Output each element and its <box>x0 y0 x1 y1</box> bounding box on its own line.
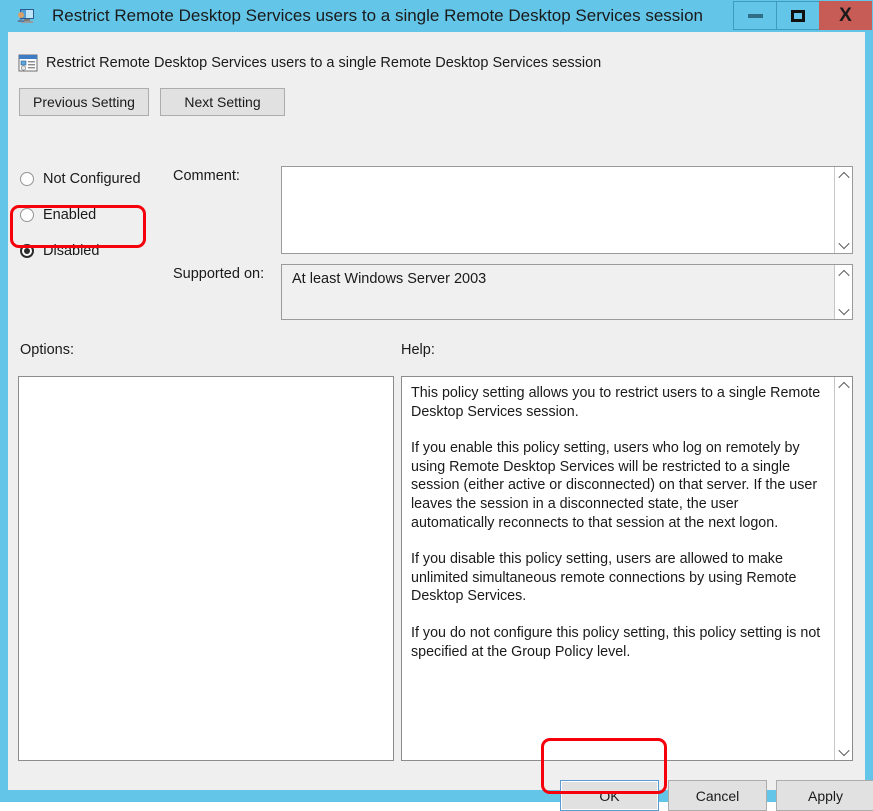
scroll-down-button[interactable] <box>835 236 852 253</box>
chevron-up-icon <box>837 381 850 393</box>
help-paragraph: If you do not configure this policy sett… <box>411 624 821 660</box>
chevron-down-icon <box>837 303 850 315</box>
radio-label-not-configured: Not Configured <box>43 171 141 187</box>
radio-button-selected-icon <box>20 244 34 258</box>
radio-disabled[interactable]: Disabled <box>20 236 180 266</box>
dialog-footer-buttons: OK Cancel Apply <box>560 780 873 811</box>
scroll-down-button[interactable] <box>835 302 852 319</box>
chevron-down-icon <box>837 744 850 756</box>
close-icon: X <box>839 5 852 26</box>
radio-enabled[interactable]: Enabled <box>20 200 180 230</box>
radio-button-icon <box>20 172 34 186</box>
scroll-down-button[interactable] <box>835 743 852 760</box>
navigation-buttons: Previous Setting Next Setting <box>19 88 285 116</box>
help-scrollbar[interactable] <box>834 377 852 760</box>
comment-label: Comment: <box>173 168 240 184</box>
close-button[interactable]: X <box>819 1 872 30</box>
help-label: Help: <box>401 342 435 358</box>
comment-scrollbar[interactable] <box>834 167 852 253</box>
chevron-down-icon <box>837 237 850 249</box>
policy-setting-window: Restrict Remote Desktop Services users t… <box>0 0 873 811</box>
policy-setting-name: Restrict Remote Desktop Services users t… <box>46 55 602 71</box>
supported-on-label: Supported on: <box>173 266 265 282</box>
ok-button[interactable]: OK <box>560 780 659 811</box>
help-paragraph: If you enable this policy setting, users… <box>411 440 818 531</box>
minimize-icon <box>747 13 763 18</box>
radio-label-enabled: Enabled <box>43 207 97 223</box>
supported-on-value: At least Windows Server 2003 <box>292 271 487 287</box>
window-title: Restrict Remote Desktop Services users t… <box>52 6 703 25</box>
supported-on-field: At least Windows Server 2003 <box>281 264 853 320</box>
supported-on-scrollbar[interactable] <box>834 265 852 319</box>
help-text-content: This policy setting allows you to restri… <box>402 377 834 668</box>
title-bar: Restrict Remote Desktop Services users t… <box>0 0 873 32</box>
radio-not-configured[interactable]: Not Configured <box>20 164 180 194</box>
chevron-up-icon <box>837 171 850 183</box>
apply-button[interactable]: Apply <box>776 780 873 811</box>
options-panel[interactable] <box>18 376 394 761</box>
window-controls: X <box>733 1 872 30</box>
comment-textarea[interactable] <box>281 166 853 254</box>
policy-state-radio-group: Not Configured Enabled Disabled <box>20 164 180 272</box>
scroll-up-button[interactable] <box>835 265 852 282</box>
help-paragraph: This policy setting allows you to restri… <box>411 385 821 420</box>
dialog-body: Restrict Remote Desktop Services users t… <box>8 32 873 811</box>
radio-label-disabled: Disabled <box>43 243 100 259</box>
group-policy-setting-icon <box>18 54 38 72</box>
maximize-button[interactable] <box>776 1 819 30</box>
help-panel: This policy setting allows you to restri… <box>401 376 853 761</box>
remote-desktop-icon <box>16 6 36 26</box>
scroll-up-button[interactable] <box>835 377 852 394</box>
previous-setting-button[interactable]: Previous Setting <box>19 88 149 116</box>
next-setting-button[interactable]: Next Setting <box>160 88 285 116</box>
cancel-button[interactable]: Cancel <box>668 780 767 811</box>
scroll-up-button[interactable] <box>835 167 852 184</box>
policy-header: Restrict Remote Desktop Services users t… <box>18 51 601 75</box>
maximize-icon <box>791 9 805 22</box>
chevron-up-icon <box>837 269 850 281</box>
minimize-button[interactable] <box>733 1 776 30</box>
radio-button-icon <box>20 208 34 222</box>
help-paragraph: If you disable this policy setting, user… <box>411 551 797 605</box>
options-label: Options: <box>20 342 74 358</box>
